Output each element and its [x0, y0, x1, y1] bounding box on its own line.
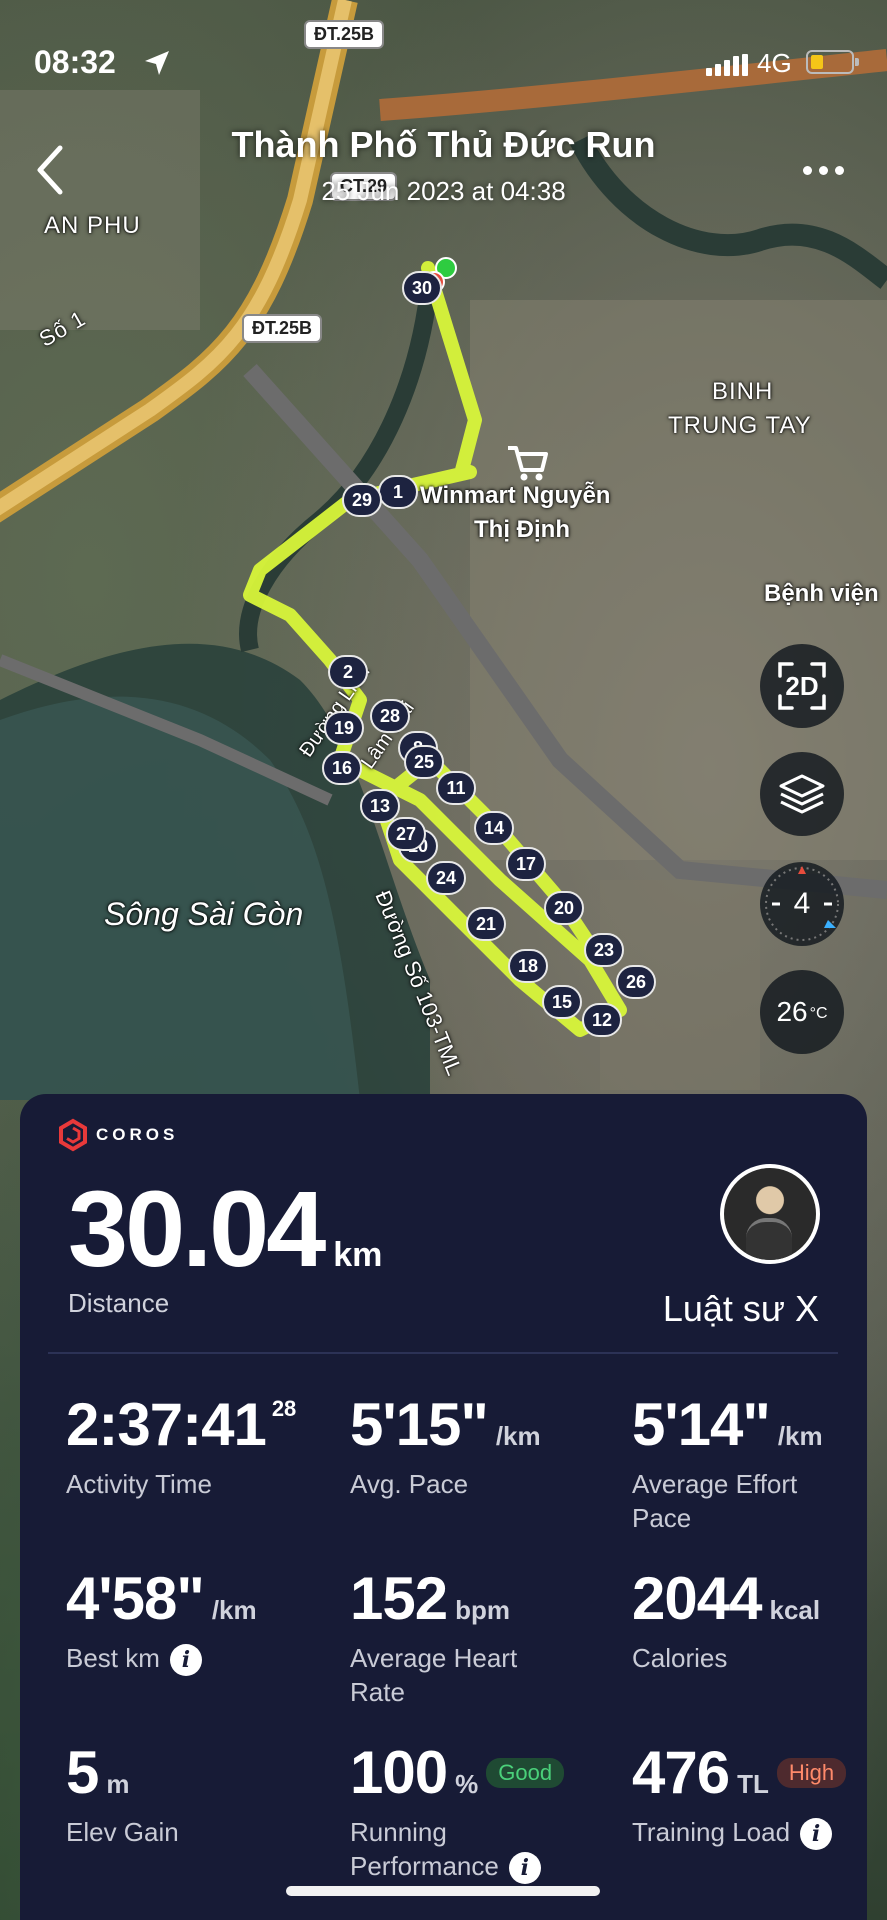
lap-marker[interactable]: 27: [386, 817, 426, 851]
stat-running-performance: 100% Good Running Performance i: [350, 1738, 580, 1885]
stat-best-km: 4'58"/km Best km i: [66, 1564, 306, 1677]
lap-marker[interactable]: 11: [436, 771, 476, 805]
home-indicator[interactable]: [286, 1886, 600, 1896]
frame-corners-icon: [778, 662, 826, 710]
coros-logo: COROS: [56, 1118, 178, 1152]
lap-marker[interactable]: 21: [466, 907, 506, 941]
temperature-badge: 26 °C: [760, 970, 844, 1054]
network-type: 4G: [757, 48, 792, 78]
view-2d-toggle[interactable]: 2D: [760, 644, 844, 728]
map-label-poi: Winmart Nguyễn: [420, 482, 611, 509]
stat-avg-heart-rate: 152 bpm Average Heart Rate: [350, 1565, 518, 1707]
map-label-poi: Bệnh viện: [764, 580, 879, 607]
info-icon[interactable]: i: [169, 1644, 202, 1677]
activity-date: 25 Jun 2023 at 04:38: [321, 176, 566, 206]
lap-marker[interactable]: 14: [474, 811, 514, 845]
lap-marker[interactable]: 16: [322, 751, 362, 785]
status-badge: High: [776, 1757, 847, 1788]
lap-marker[interactable]: 28: [370, 699, 410, 733]
road-tag-dt25b: ĐT.25B: [304, 20, 385, 49]
map-label-area: BINH: [712, 378, 774, 405]
map-label-area: AN PHU: [44, 212, 141, 239]
user-name: Luật sư X: [662, 1288, 819, 1329]
signal-bars-icon: [706, 54, 748, 76]
stat-training-load: 476 TL High Training Load i: [632, 1738, 872, 1851]
lap-marker[interactable]: 1: [378, 475, 418, 509]
status-time: 08:32: [34, 44, 116, 80]
stat-effort-pace: 5'14"/km Average Effort Pace: [632, 1391, 823, 1533]
location-arrow-icon: [145, 51, 169, 75]
info-icon[interactable]: i: [800, 1818, 833, 1851]
lap-marker[interactable]: 18: [508, 949, 548, 983]
lap-marker[interactable]: 23: [584, 933, 624, 967]
lap-marker[interactable]: 19: [324, 711, 364, 745]
map-label-area: TRUNG TAY: [668, 412, 812, 439]
lap-marker[interactable]: 26: [616, 965, 656, 999]
distance-value: 30.04 km: [68, 1168, 383, 1289]
lap-marker[interactable]: 2: [328, 655, 368, 689]
lap-marker[interactable]: 17: [506, 847, 546, 881]
compass-value: 4: [793, 887, 811, 920]
map-label-river: Sông Sài Gòn: [104, 896, 304, 932]
compass-button[interactable]: 4: [760, 862, 844, 946]
status-badge: Good: [486, 1757, 565, 1788]
lap-marker[interactable]: 25: [404, 745, 444, 779]
lap-marker[interactable]: 29: [342, 483, 382, 517]
lap-marker[interactable]: 12: [582, 1003, 622, 1037]
lap-marker[interactable]: 20: [544, 891, 584, 925]
lap-marker[interactable]: 30: [402, 271, 442, 305]
lap-marker[interactable]: 13: [360, 789, 400, 823]
page-title: Thành Phố Thủ Đức Run: [231, 124, 656, 165]
coros-brand-icon: [59, 1118, 87, 1152]
divider: [48, 1352, 838, 1354]
more-options-button[interactable]: [796, 150, 850, 190]
stat-activity-time: 2:37:41 28 Activity Time: [66, 1391, 297, 1499]
lap-marker[interactable]: 15: [542, 985, 582, 1019]
activity-summary-card[interactable]: COROS 30.04 km Distance Luật sư X 2:37:4…: [20, 1094, 867, 1920]
ellipsis-icon: [802, 165, 812, 175]
distance-label: Distance: [68, 1288, 170, 1318]
brand-name: COROS: [96, 1125, 179, 1144]
avatar[interactable]: [720, 1164, 820, 1264]
stat-calories: 2044 kcal Calories: [632, 1565, 821, 1673]
temperature-unit: °C: [809, 1005, 828, 1022]
layers-icon: [779, 774, 825, 814]
map-layers-button[interactable]: [760, 752, 844, 836]
lap-marker[interactable]: 24: [426, 861, 466, 895]
temperature-value: 26: [776, 996, 808, 1027]
battery-icon: [806, 50, 859, 74]
stat-elev-gain: 5m Elev Gain: [66, 1739, 179, 1847]
info-icon[interactable]: i: [508, 1852, 541, 1885]
map-label-poi: Thị Định: [474, 516, 570, 543]
road-tag-dt25b: ĐT.25B: [242, 314, 323, 343]
stat-avg-pace: 5'15"/km Avg. Pace: [350, 1391, 541, 1499]
